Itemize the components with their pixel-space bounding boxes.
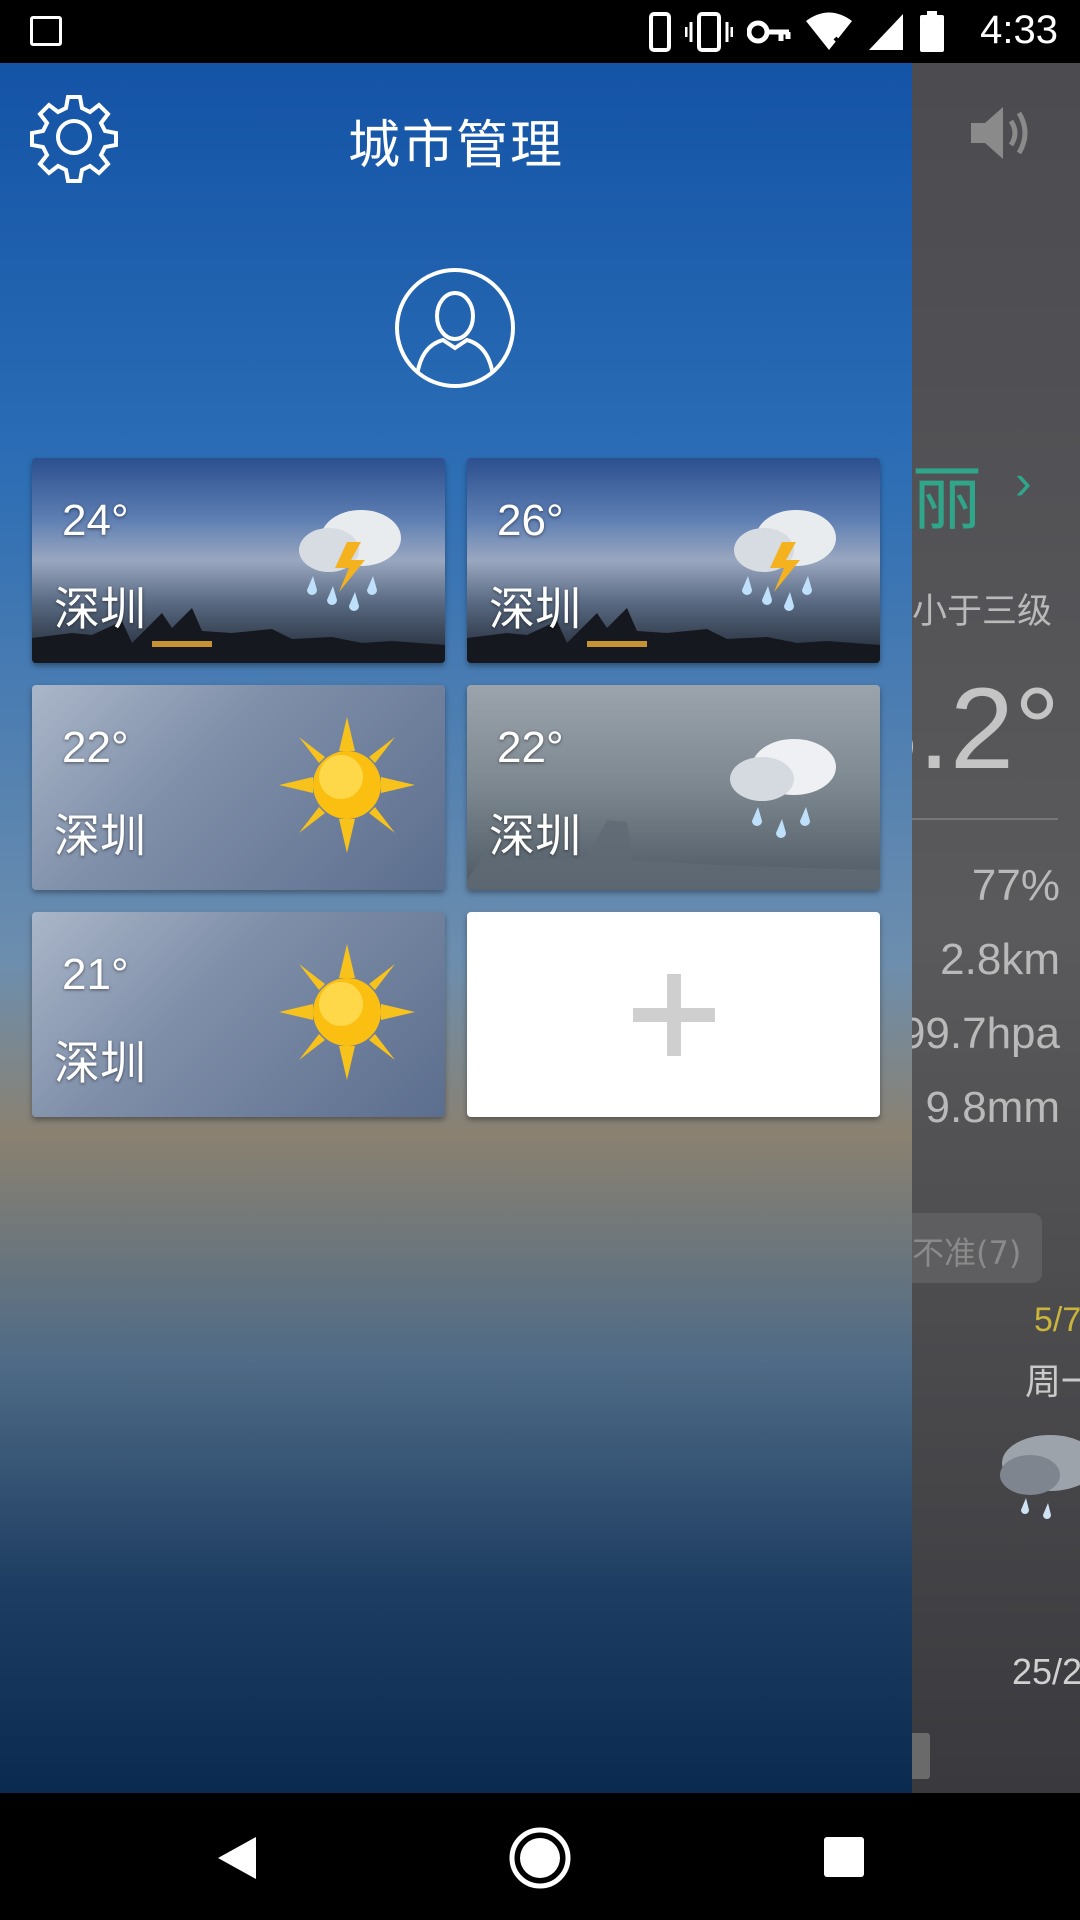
tab-icon[interactable] bbox=[912, 1733, 934, 1779]
drawer-title: 城市管理 bbox=[347, 116, 564, 176]
sunny-icon bbox=[279, 944, 415, 1080]
city-name: 深圳 bbox=[54, 809, 146, 863]
thunderstorm-icon bbox=[299, 510, 401, 611]
visibility-value: 2.8km bbox=[940, 935, 1060, 984]
forecast-temp-range: 25/2 bbox=[1012, 1651, 1080, 1692]
user-icon bbox=[415, 291, 495, 377]
status-icons bbox=[649, 10, 945, 54]
add-city-button[interactable] bbox=[467, 912, 880, 1117]
rain-icon bbox=[730, 739, 836, 838]
rain-icon bbox=[1000, 1435, 1080, 1519]
city-tile[interactable]: 22° 深圳 bbox=[32, 685, 445, 890]
vibrate-icon bbox=[685, 12, 733, 52]
thunderstorm-icon bbox=[734, 510, 836, 611]
weather-condition-text: 丽 bbox=[912, 458, 982, 540]
forecast-weekday: 周一 bbox=[1025, 1362, 1080, 1403]
status-bar: 4:33 bbox=[0, 0, 1080, 63]
recents-icon[interactable] bbox=[822, 1835, 866, 1879]
plus-icon bbox=[632, 973, 715, 1056]
city-name: 深圳 bbox=[489, 582, 581, 636]
battery-icon bbox=[920, 11, 944, 52]
clock: 4:33 bbox=[980, 8, 1058, 52]
city-tile[interactable]: 22° 深圳 bbox=[467, 685, 880, 890]
speaker-icon[interactable] bbox=[967, 103, 1033, 163]
wifi-icon bbox=[806, 12, 852, 50]
city-temperature: 24° bbox=[62, 496, 129, 545]
humidity-value: 77% bbox=[971, 861, 1060, 910]
signal-icon bbox=[869, 14, 903, 50]
feedback-label: 不准(7) bbox=[912, 1234, 1022, 1272]
city-temperature: 21° bbox=[62, 950, 129, 999]
city-tile[interactable]: 26° 深圳 bbox=[467, 458, 880, 663]
city-tile[interactable]: 24° 深圳 bbox=[32, 458, 445, 663]
home-icon[interactable] bbox=[508, 1826, 572, 1890]
chevron-right-icon[interactable]: › bbox=[1015, 453, 1032, 511]
city-name: 深圳 bbox=[489, 809, 581, 863]
pressure-value: 99.7hpa bbox=[912, 1009, 1060, 1058]
city-temperature: 22° bbox=[62, 723, 129, 772]
forecast-date: 5/7 bbox=[1034, 1301, 1080, 1339]
user-avatar[interactable] bbox=[395, 268, 515, 388]
city-temperature: 26° bbox=[497, 496, 564, 545]
city-management-drawer: 城市管理 24° 深圳 26° 深圳 22° 深圳 22° 深圳 21° 深圳 bbox=[0, 63, 912, 1793]
current-temperature: 3.2° bbox=[912, 665, 1060, 793]
main-weather-screen-visible-part: 丽 › 小于三级 3.2° 77% 2.8km 99.7hpa 9.8mm 不准… bbox=[912, 63, 1080, 1793]
phone-icon bbox=[649, 12, 671, 52]
precipitation-value: 9.8mm bbox=[925, 1083, 1060, 1132]
vpn-key-icon bbox=[747, 20, 791, 44]
city-name: 深圳 bbox=[54, 582, 146, 636]
divider bbox=[912, 818, 1058, 820]
navigation-bar bbox=[0, 1793, 1080, 1920]
city-name: 深圳 bbox=[54, 1036, 146, 1090]
sunny-icon bbox=[279, 717, 415, 853]
image-icon bbox=[30, 16, 62, 46]
city-tile[interactable]: 21° 深圳 bbox=[32, 912, 445, 1117]
wind-level: 小于三级 bbox=[912, 592, 1053, 632]
city-temperature: 22° bbox=[497, 723, 564, 772]
back-icon[interactable] bbox=[212, 1833, 260, 1883]
